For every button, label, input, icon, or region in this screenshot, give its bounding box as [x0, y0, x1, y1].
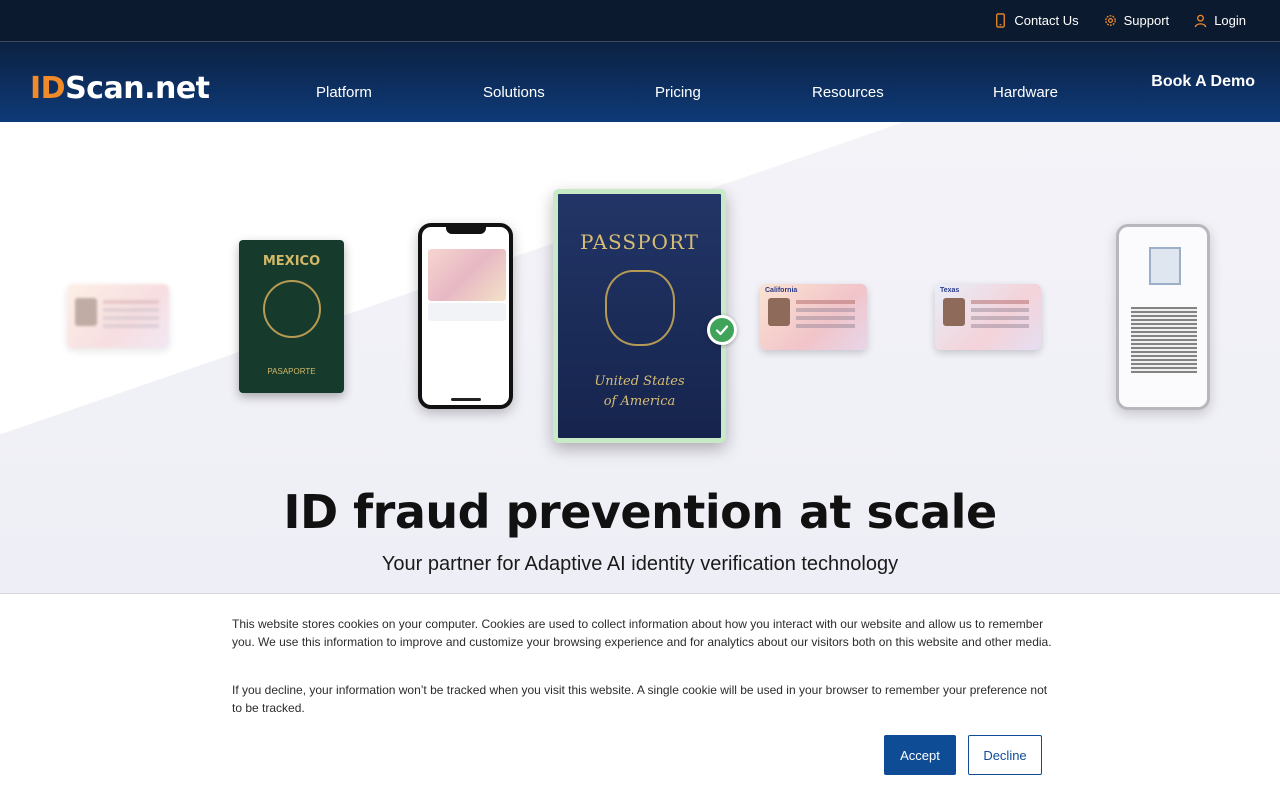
- texas-label: Texas: [940, 287, 960, 294]
- check-icon: [707, 315, 737, 345]
- nav-item-resources[interactable]: Resources: [812, 84, 884, 101]
- mobile-id-phone: [418, 223, 513, 409]
- phone-notch: [445, 226, 486, 234]
- nav-item-hardware[interactable]: Hardware: [993, 84, 1058, 101]
- us-passport-title: PASSPORT: [579, 230, 699, 254]
- login-label: Login: [1214, 13, 1246, 28]
- idscan-logo[interactable]: IDScan.net: [30, 74, 210, 104]
- utility-bar: Contact Us Support Login: [0, 0, 1280, 42]
- accept-button[interactable]: Accept: [884, 735, 956, 775]
- nav-item-solutions[interactable]: Solutions: [483, 84, 545, 101]
- qr-code-icon: [1131, 307, 1197, 373]
- us-passport-sub-line1: United States: [594, 374, 685, 389]
- nav-item-platform[interactable]: Platform: [316, 84, 372, 101]
- us-passport-cover: PASSPORT United States of America: [558, 194, 721, 438]
- license-photo: [943, 298, 965, 326]
- mexico-passport-sub: PASAPORTE: [267, 367, 316, 376]
- nav-item-pricing[interactable]: Pricing: [655, 84, 701, 101]
- mexico-seal-icon: [263, 280, 321, 338]
- eagle-seal-icon: [605, 270, 675, 346]
- us-passport: PASSPORT United States of America: [553, 189, 726, 443]
- license-photo: [75, 298, 97, 326]
- hero-headline: ID fraud prevention at scale: [283, 485, 997, 539]
- blurred-license-card: [67, 284, 169, 348]
- phone-license-row: [428, 303, 506, 321]
- california-label: California: [765, 287, 798, 294]
- phone-license-image: [428, 249, 506, 301]
- mexico-passport-title: MEXICO: [262, 254, 321, 269]
- us-passport-sub: United States of America: [558, 372, 721, 412]
- phone-icon: [996, 13, 1006, 28]
- license-lines: [971, 300, 1030, 304]
- user-icon: [1194, 14, 1207, 28]
- mexico-passport: MEXICO PASAPORTE: [239, 240, 344, 393]
- digital-id-phone: [1116, 224, 1210, 410]
- california-license-card: California: [760, 284, 867, 350]
- license-lines: [103, 300, 160, 304]
- license-lines: [796, 300, 855, 304]
- decline-button[interactable]: Decline: [968, 735, 1042, 775]
- gear-icon: [1104, 15, 1116, 26]
- phone-home-bar: [450, 398, 481, 401]
- login-link[interactable]: Login: [1193, 13, 1246, 28]
- license-photo: [768, 298, 790, 326]
- support-link[interactable]: Support: [1103, 13, 1170, 28]
- cookie-text-main: This website stores cookies on your comp…: [232, 617, 1052, 649]
- book-demo-button[interactable]: Book A Demo: [1151, 73, 1255, 91]
- support-label: Support: [1123, 13, 1170, 28]
- digital-id-photo: [1149, 247, 1181, 285]
- main-nav: IDScan.net Platform Solutions Pricing Re…: [0, 42, 1280, 122]
- contact-us-label: Contact Us: [1014, 13, 1079, 28]
- cookie-banner: This website stores cookies on your comp…: [0, 593, 1280, 800]
- logo-id-text: ID: [30, 71, 66, 106]
- logo-rest-text: Scan.net: [65, 71, 210, 106]
- texas-license-card: Texas: [935, 284, 1041, 350]
- us-passport-sub-line2: of America: [603, 394, 676, 409]
- contact-us-link[interactable]: Contact Us: [993, 13, 1079, 28]
- hero-subline: Your partner for Adaptive AI identity ve…: [381, 553, 899, 575]
- cookie-text-decline: If you decline, your information won’t b…: [232, 683, 1048, 715]
